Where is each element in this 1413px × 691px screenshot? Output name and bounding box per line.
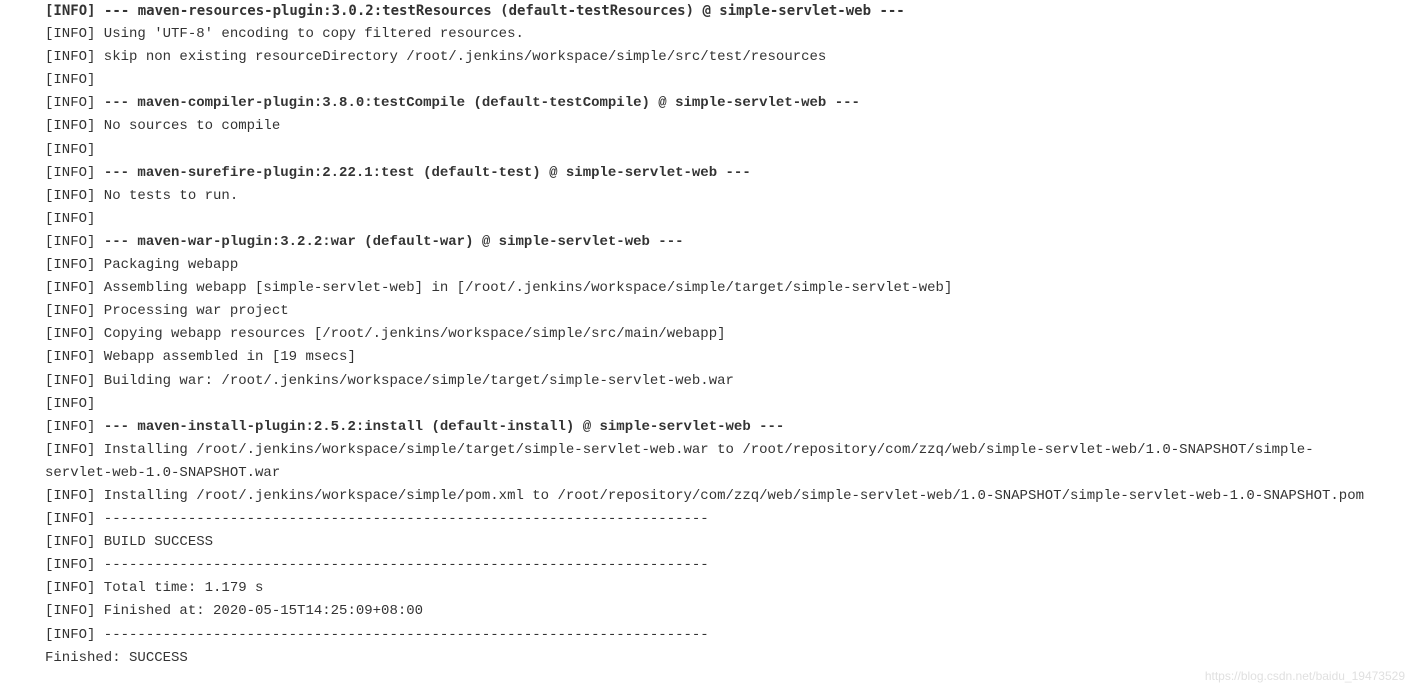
console-line: [INFO] Processing war project xyxy=(45,300,1368,323)
console-line: [INFO] Installing /root/.jenkins/workspa… xyxy=(45,485,1368,508)
console-line: [INFO] xyxy=(45,69,1368,92)
console-line-finished-at: [INFO] Finished at: 2020-05-15T14:25:09+… xyxy=(45,600,1368,623)
console-line: [INFO] skip non existing resourceDirecto… xyxy=(45,46,1368,69)
console-line: [INFO] Installing /root/.jenkins/workspa… xyxy=(45,439,1368,485)
console-line-finished-status: Finished: SUCCESS xyxy=(45,647,1368,670)
maven-goal: --- maven-surefire-plugin:2.22.1:test (d… xyxy=(104,165,751,181)
console-line: [INFO] ---------------------------------… xyxy=(45,624,1368,647)
console-line: [INFO] --- maven-war-plugin:3.2.2:war (d… xyxy=(45,231,1368,254)
console-line: [INFO] xyxy=(45,139,1368,162)
console-line: [INFO] No sources to compile xyxy=(45,115,1368,138)
console-line: [INFO] --- maven-install-plugin:2.5.2:in… xyxy=(45,416,1368,439)
watermark-text: https://blog.csdn.net/baidu_19473529 xyxy=(1205,667,1405,687)
console-line: [INFO] No tests to run. xyxy=(45,185,1368,208)
console-line: [INFO] Packaging webapp xyxy=(45,254,1368,277)
console-line-total-time: [INFO] Total time: 1.179 s xyxy=(45,577,1368,600)
console-line: [INFO] Webapp assembled in [19 msecs] xyxy=(45,346,1368,369)
console-line: [INFO] Copying webapp resources [/root/.… xyxy=(45,323,1368,346)
console-line: [INFO] Building war: /root/.jenkins/work… xyxy=(45,370,1368,393)
console-line: [INFO] --- maven-compiler-plugin:3.8.0:t… xyxy=(45,92,1368,115)
maven-goal: --- maven-war-plugin:3.2.2:war (default-… xyxy=(104,234,684,250)
console-line: [INFO] xyxy=(45,208,1368,231)
console-line: [INFO] ---------------------------------… xyxy=(45,554,1368,577)
console-line-build-success: [INFO] BUILD SUCCESS xyxy=(45,531,1368,554)
maven-goal: --- maven-install-plugin:2.5.2:install (… xyxy=(104,419,785,435)
console-line: [INFO] Assembling webapp [simple-servlet… xyxy=(45,277,1368,300)
console-line: [INFO] ---------------------------------… xyxy=(45,508,1368,531)
console-line: [INFO] xyxy=(45,393,1368,416)
console-line: [INFO] --- maven-surefire-plugin:2.22.1:… xyxy=(45,162,1368,185)
console-line: [INFO] Using 'UTF-8' encoding to copy fi… xyxy=(45,23,1368,46)
console-line: [INFO] --- maven-resources-plugin:3.0.2:… xyxy=(45,0,1368,23)
maven-goal: --- maven-compiler-plugin:3.8.0:testComp… xyxy=(104,95,860,111)
